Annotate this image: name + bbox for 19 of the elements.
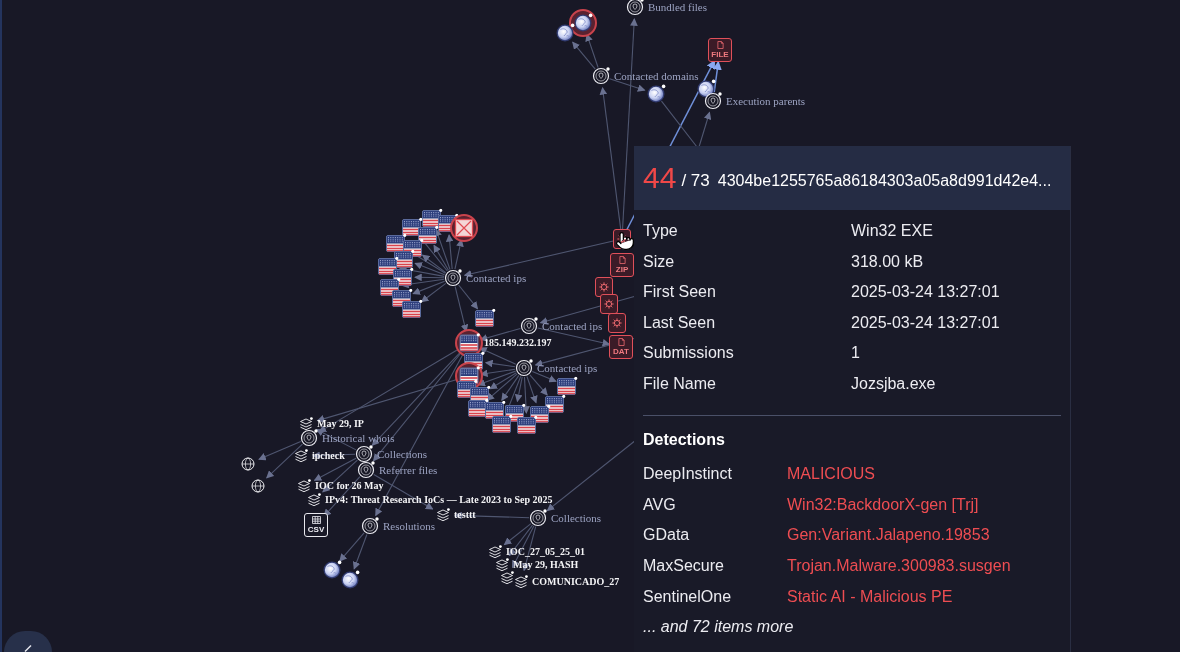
detection-result: Static AI - Malicious PE xyxy=(787,586,953,607)
property-value: 1 xyxy=(851,343,860,364)
detection-result: MALICIOUS xyxy=(787,464,875,485)
engine-name: SentinelOne xyxy=(643,586,733,607)
detection-result: Gen:Variant.Jalapeno.19853 xyxy=(787,525,990,546)
relation-label: Execution parents xyxy=(726,95,806,107)
relation-label: Bundled files xyxy=(648,1,707,13)
round-button[interactable] xyxy=(4,631,52,652)
slash-icon xyxy=(24,645,32,652)
file-hash: 4304be1255765a86184303a05a8d991d42e4... xyxy=(717,170,1052,191)
property-value: Win32 EXE xyxy=(851,221,933,242)
property-value: 2025-03-24 13:27:01 xyxy=(851,312,1000,333)
more-detections-note: ... and 72 items more xyxy=(643,617,794,638)
property-value: Jozsjba.exe xyxy=(851,373,936,394)
property-value: 2025-03-24 13:27:01 xyxy=(851,282,1000,303)
detection-result: Win32:BackdoorX-gen [Trj] xyxy=(787,494,979,515)
node-label: COMUNICADO_27 xyxy=(532,576,620,588)
detection-result: Trojan.Malware.300983.susgen xyxy=(787,556,1011,577)
property-value: 318.00 kB xyxy=(851,251,924,272)
